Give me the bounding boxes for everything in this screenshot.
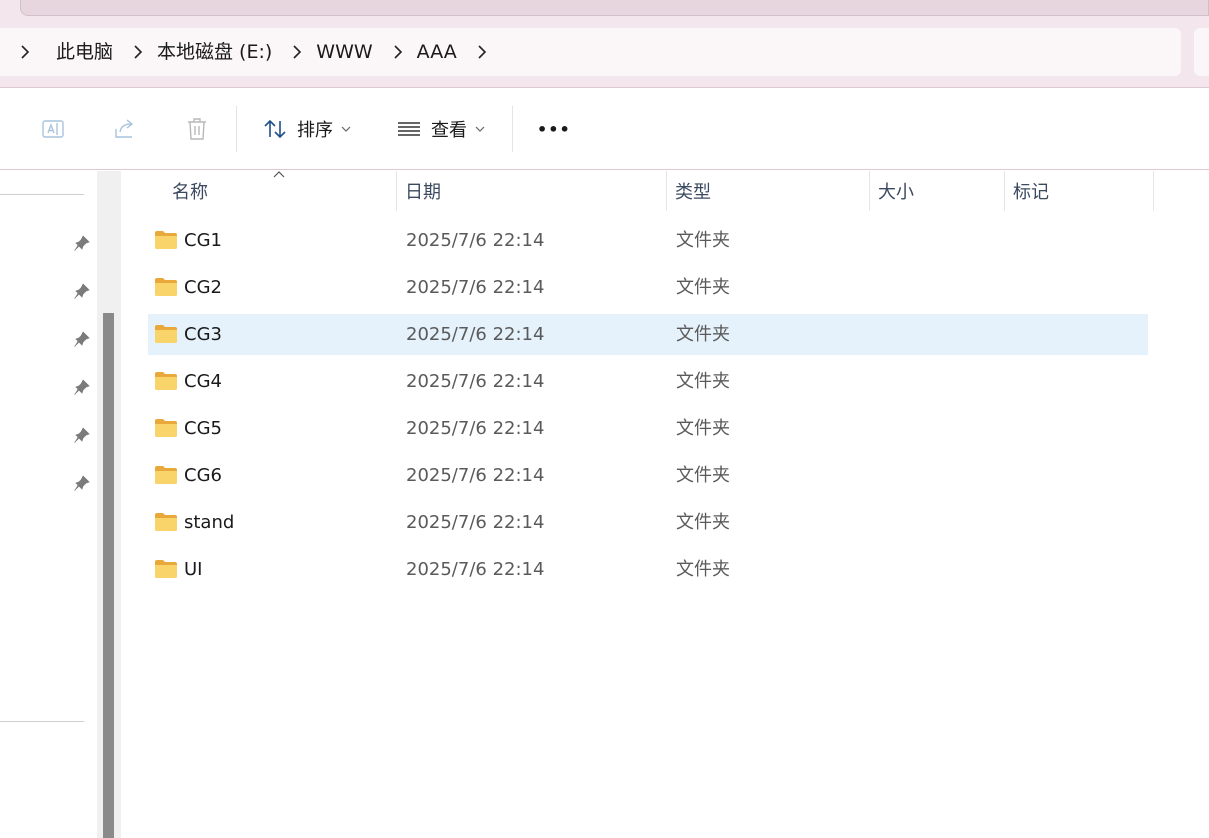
file-type: 文件夹 xyxy=(676,559,730,580)
file-type: 文件夹 xyxy=(676,230,730,251)
column-header-type[interactable]: 类型 xyxy=(667,171,869,211)
sort-arrows-icon xyxy=(261,115,289,143)
view-list-icon xyxy=(395,115,423,143)
folder-icon xyxy=(155,466,177,484)
chevron-down-icon xyxy=(341,124,351,134)
view-label: 查看 xyxy=(431,120,467,141)
column-header-date[interactable]: 日期 xyxy=(397,171,666,211)
column-header-name[interactable]: 名称 xyxy=(164,171,396,211)
chevron-right-icon[interactable] xyxy=(290,45,304,59)
folder-icon xyxy=(155,560,177,578)
pin-icon[interactable] xyxy=(73,426,91,444)
pin-icon[interactable] xyxy=(73,330,91,348)
file-type: 文件夹 xyxy=(676,324,730,345)
pin-icon[interactable] xyxy=(73,474,91,492)
folder-icon xyxy=(155,513,177,531)
file-date: 2025/7/6 22:14 xyxy=(406,230,545,251)
file-name: CG1 xyxy=(184,230,222,251)
file-name: CG6 xyxy=(184,465,222,486)
file-date: 2025/7/6 22:14 xyxy=(406,418,545,439)
chevron-right-icon[interactable] xyxy=(475,45,489,59)
file-date: 2025/7/6 22:14 xyxy=(406,465,545,486)
command-bar xyxy=(0,88,1209,170)
folder-icon xyxy=(155,231,177,249)
file-type: 文件夹 xyxy=(676,371,730,392)
file-row[interactable]: CG6 2025/7/6 22:14 文件夹 xyxy=(148,455,1148,496)
column-header-size[interactable]: 大小 xyxy=(870,171,1004,211)
file-type: 文件夹 xyxy=(676,512,730,533)
sort-button[interactable]: 排序 xyxy=(261,110,351,148)
file-row[interactable]: CG1 2025/7/6 22:14 文件夹 xyxy=(148,220,1148,261)
address-bar[interactable]: 此电脑 本地磁盘 (E:) WWW AAA xyxy=(0,28,1181,76)
file-name: CG3 xyxy=(184,324,222,345)
search-box[interactable] xyxy=(1194,28,1209,76)
nav-divider xyxy=(0,721,84,722)
file-date: 2025/7/6 22:14 xyxy=(406,371,545,392)
breadcrumb-item-local-disk[interactable]: 本地磁盘 (E:) xyxy=(157,28,272,76)
pin-icon[interactable] xyxy=(73,234,91,252)
view-button[interactable]: 查看 xyxy=(395,110,485,148)
breadcrumb-item-www[interactable]: WWW xyxy=(316,28,372,76)
nav-divider xyxy=(0,194,84,195)
file-type: 文件夹 xyxy=(676,465,730,486)
file-row[interactable]: stand 2025/7/6 22:14 文件夹 xyxy=(148,502,1148,543)
file-row[interactable]: UI 2025/7/6 22:14 文件夹 xyxy=(148,549,1148,590)
rename-icon[interactable] xyxy=(39,115,67,143)
folder-icon xyxy=(155,419,177,437)
nav-scrollbar-thumb[interactable] xyxy=(103,313,114,838)
file-date: 2025/7/6 22:14 xyxy=(406,512,545,533)
file-row[interactable]: CG3 2025/7/6 22:14 文件夹 xyxy=(148,314,1148,355)
toolbar-divider xyxy=(236,106,237,152)
column-separator[interactable] xyxy=(1153,171,1154,211)
navigation-pane xyxy=(0,171,97,838)
column-header-tags[interactable]: 标记 xyxy=(1005,171,1153,211)
chevron-down-icon xyxy=(475,124,485,134)
tab-strip xyxy=(20,0,1209,16)
more-icon: ••• xyxy=(537,119,571,139)
pin-icon[interactable] xyxy=(73,378,91,396)
file-date: 2025/7/6 22:14 xyxy=(406,559,545,580)
share-icon[interactable] xyxy=(111,115,139,143)
breadcrumb-item-aaa[interactable]: AAA xyxy=(417,28,457,76)
pin-icon[interactable] xyxy=(73,282,91,300)
toolbar-divider xyxy=(512,106,513,152)
file-row[interactable]: CG4 2025/7/6 22:14 文件夹 xyxy=(148,361,1148,402)
file-name: stand xyxy=(184,512,235,533)
folder-icon xyxy=(155,372,177,390)
breadcrumb-item-this-pc[interactable]: 此电脑 xyxy=(56,28,113,76)
file-row[interactable]: CG5 2025/7/6 22:14 文件夹 xyxy=(148,408,1148,449)
file-type: 文件夹 xyxy=(676,418,730,439)
more-options-button[interactable]: ••• xyxy=(537,110,571,148)
file-date: 2025/7/6 22:14 xyxy=(406,277,545,298)
title-bar-area: 此电脑 本地磁盘 (E:) WWW AAA xyxy=(0,0,1209,88)
file-name: UI xyxy=(184,559,203,580)
folder-icon xyxy=(155,278,177,296)
file-name: CG2 xyxy=(184,277,222,298)
sort-label: 排序 xyxy=(297,120,333,141)
chevron-right-icon[interactable] xyxy=(391,45,405,59)
file-name: CG5 xyxy=(184,418,222,439)
delete-icon[interactable] xyxy=(183,115,211,143)
file-type: 文件夹 xyxy=(676,277,730,298)
file-date: 2025/7/6 22:14 xyxy=(406,324,545,345)
file-row[interactable]: CG2 2025/7/6 22:14 文件夹 xyxy=(148,267,1148,308)
folder-icon xyxy=(155,325,177,343)
file-name: CG4 xyxy=(184,371,222,392)
chevron-right-icon[interactable] xyxy=(18,45,32,59)
chevron-right-icon[interactable] xyxy=(131,45,145,59)
